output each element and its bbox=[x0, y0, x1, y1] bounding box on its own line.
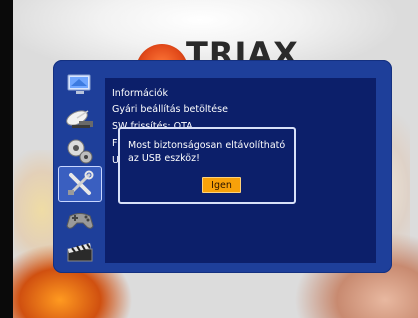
sidebar-item-tools[interactable] bbox=[58, 166, 102, 202]
dialog-message: Most biztonságosan eltávolítható az USB … bbox=[128, 140, 286, 164]
satellite-dish-icon bbox=[66, 109, 93, 128]
sidebar-item-system[interactable] bbox=[61, 137, 99, 164]
clapperboard-icon bbox=[67, 242, 93, 261]
sidebar-item-monitor[interactable] bbox=[61, 71, 99, 98]
menu-item-factory-reset[interactable]: Gyári beállítás betöltése bbox=[112, 104, 228, 116]
yes-button[interactable]: Igen bbox=[202, 177, 241, 193]
monitor-icon bbox=[67, 74, 91, 94]
gears-icon bbox=[67, 139, 93, 163]
left-black-bar bbox=[0, 0, 13, 318]
gamepad-icon bbox=[66, 212, 94, 229]
menu-item-partial-f[interactable]: F bbox=[112, 138, 117, 150]
menu-item-information[interactable]: Információk bbox=[112, 88, 168, 100]
sidebar-item-satellite[interactable] bbox=[61, 104, 99, 131]
sidebar-item-media[interactable] bbox=[61, 238, 99, 265]
sidebar-item-games[interactable] bbox=[61, 206, 99, 233]
usb-remove-dialog: Most biztonságosan eltávolítható az USB … bbox=[118, 127, 296, 204]
tools-icon bbox=[68, 170, 94, 195]
